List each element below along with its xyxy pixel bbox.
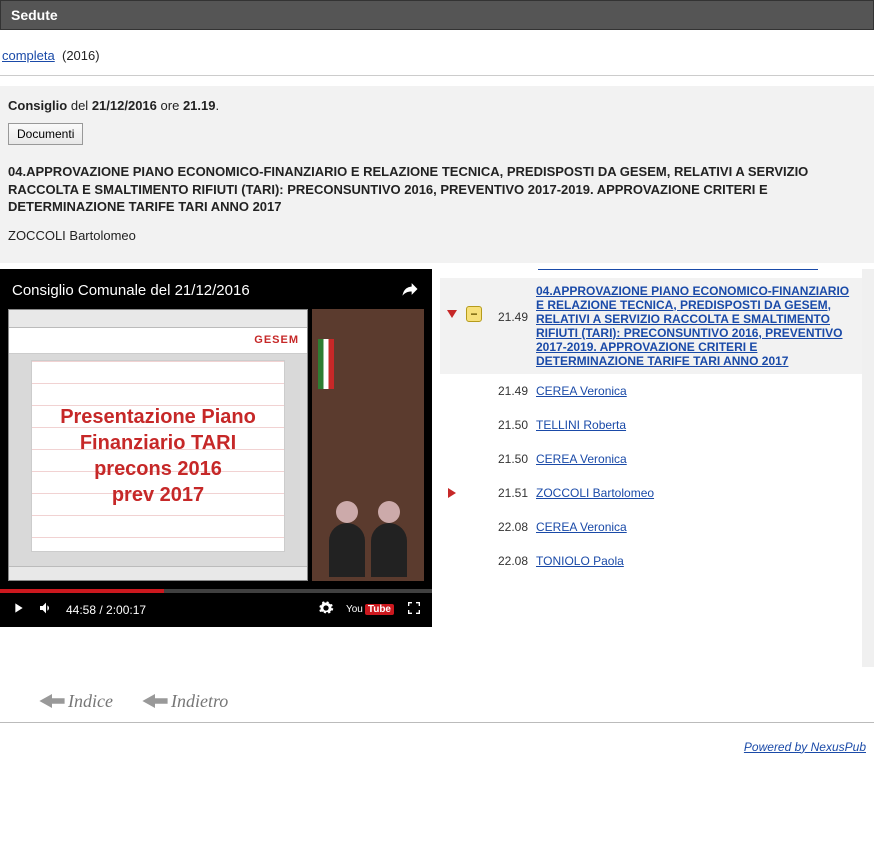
youtube-icon[interactable]: YouTube — [346, 604, 394, 615]
video-time: 44:58 / 2:00:17 — [66, 603, 146, 617]
agenda-text: TONIOLO Paola — [536, 554, 856, 568]
agenda-time: 21.49 — [486, 384, 536, 398]
divider — [538, 269, 818, 270]
agenda-item[interactable]: 22.08 TONIOLO Paola — [440, 544, 862, 578]
video-title: Consiglio Comunale del 21/12/2016 — [12, 282, 250, 299]
agenda-item[interactable]: 21.50 TELLINI Roberta — [440, 408, 862, 442]
camera-feed — [312, 309, 424, 581]
agenda-text: 04.APPROVAZIONE PIANO ECONOMICO-FINANZIA… — [536, 284, 856, 368]
agenda-text: CEREA Veronica — [536, 384, 856, 398]
content-row: Consiglio Comunale del 21/12/2016 GESEM … — [0, 269, 874, 667]
page-header: Sedute — [0, 0, 874, 30]
agenda-time: 21.50 — [486, 452, 536, 466]
video-titlebar: Consiglio Comunale del 21/12/2016 — [0, 269, 432, 309]
agenda-item[interactable]: 21.50 CEREA Veronica — [440, 442, 862, 476]
agenda-panel: − 21.49 04.APPROVAZIONE PIANO ECONOMICO-… — [440, 269, 874, 667]
video-player[interactable]: Consiglio Comunale del 21/12/2016 GESEM … — [0, 269, 432, 627]
volume-icon[interactable] — [38, 600, 54, 619]
slide-brand: GESEM — [254, 334, 299, 346]
presentation-slide: GESEM Presentazione Piano Finanziario TA… — [8, 309, 308, 581]
session-line: Consiglio del 21/12/2016 ore 21.19. — [8, 98, 866, 113]
breadcrumb-link[interactable]: completa — [2, 48, 55, 63]
main-speaker: ZOCCOLI Bartolomeo — [8, 228, 866, 243]
scrollbar-thumb[interactable] — [862, 297, 874, 417]
indietro-button[interactable]: Indietro — [141, 691, 228, 712]
agenda-list: − 21.49 04.APPROVAZIONE PIANO ECONOMICO-… — [440, 274, 862, 578]
agenda-item[interactable]: 21.51 ZOCCOLI Bartolomeo — [440, 476, 862, 510]
agenda-item[interactable]: 21.49 CEREA Veronica — [440, 374, 862, 408]
session-time: 21.19 — [183, 98, 216, 113]
breadcrumb: completa (2016) — [0, 30, 874, 71]
documenti-button[interactable]: Documenti — [8, 123, 83, 145]
agenda-time: 22.08 — [486, 554, 536, 568]
agenda-text: CEREA Veronica — [536, 452, 856, 466]
agenda-text: ZOCCOLI Bartolomeo — [536, 486, 856, 500]
session-type: Consiglio — [8, 98, 67, 113]
video-controls: 44:58 / 2:00:17 YouTube — [0, 593, 432, 627]
agenda-time: 21.49 — [486, 284, 536, 324]
breadcrumb-year: (2016) — [62, 48, 100, 63]
expand-arrow-icon[interactable] — [442, 284, 462, 318]
footer-nav: Indice Indietro — [38, 691, 874, 712]
header-title: Sedute — [11, 7, 58, 23]
agenda-item[interactable]: − 21.49 04.APPROVAZIONE PIANO ECONOMICO-… — [440, 278, 862, 374]
person-icon — [371, 523, 407, 577]
agenda-time: 21.50 — [486, 418, 536, 432]
indice-button[interactable]: Indice — [38, 691, 113, 712]
powered-link[interactable]: Powered by NexusPub — [744, 740, 866, 754]
agenda-text: TELLINI Roberta — [536, 418, 856, 432]
video-body: GESEM Presentazione Piano Finanziario TA… — [8, 309, 424, 581]
collapse-icon[interactable]: − — [462, 284, 486, 322]
session-info-box: Consiglio del 21/12/2016 ore 21.19. Docu… — [0, 86, 874, 263]
settings-icon[interactable] — [318, 600, 334, 619]
slide-text: Presentazione Piano Finanziario TARI pre… — [60, 404, 256, 508]
divider — [0, 722, 874, 723]
agenda-item[interactable]: 22.08 CEREA Veronica — [440, 510, 862, 544]
play-icon[interactable] — [10, 600, 26, 619]
session-date: 21/12/2016 — [92, 98, 157, 113]
powered-by: Powered by NexusPub — [0, 733, 874, 764]
agenda-time: 22.08 — [486, 520, 536, 534]
agenda-time: 21.51 — [486, 486, 536, 500]
fullscreen-icon[interactable] — [406, 600, 422, 619]
italy-flag-icon — [318, 339, 334, 389]
person-icon — [329, 523, 365, 577]
share-icon[interactable] — [400, 279, 420, 303]
agenda-text: CEREA Veronica — [536, 520, 856, 534]
agenda-title: 04.APPROVAZIONE PIANO ECONOMICO-FINANZIA… — [8, 163, 866, 216]
divider — [0, 75, 874, 76]
current-marker-icon — [442, 488, 462, 498]
